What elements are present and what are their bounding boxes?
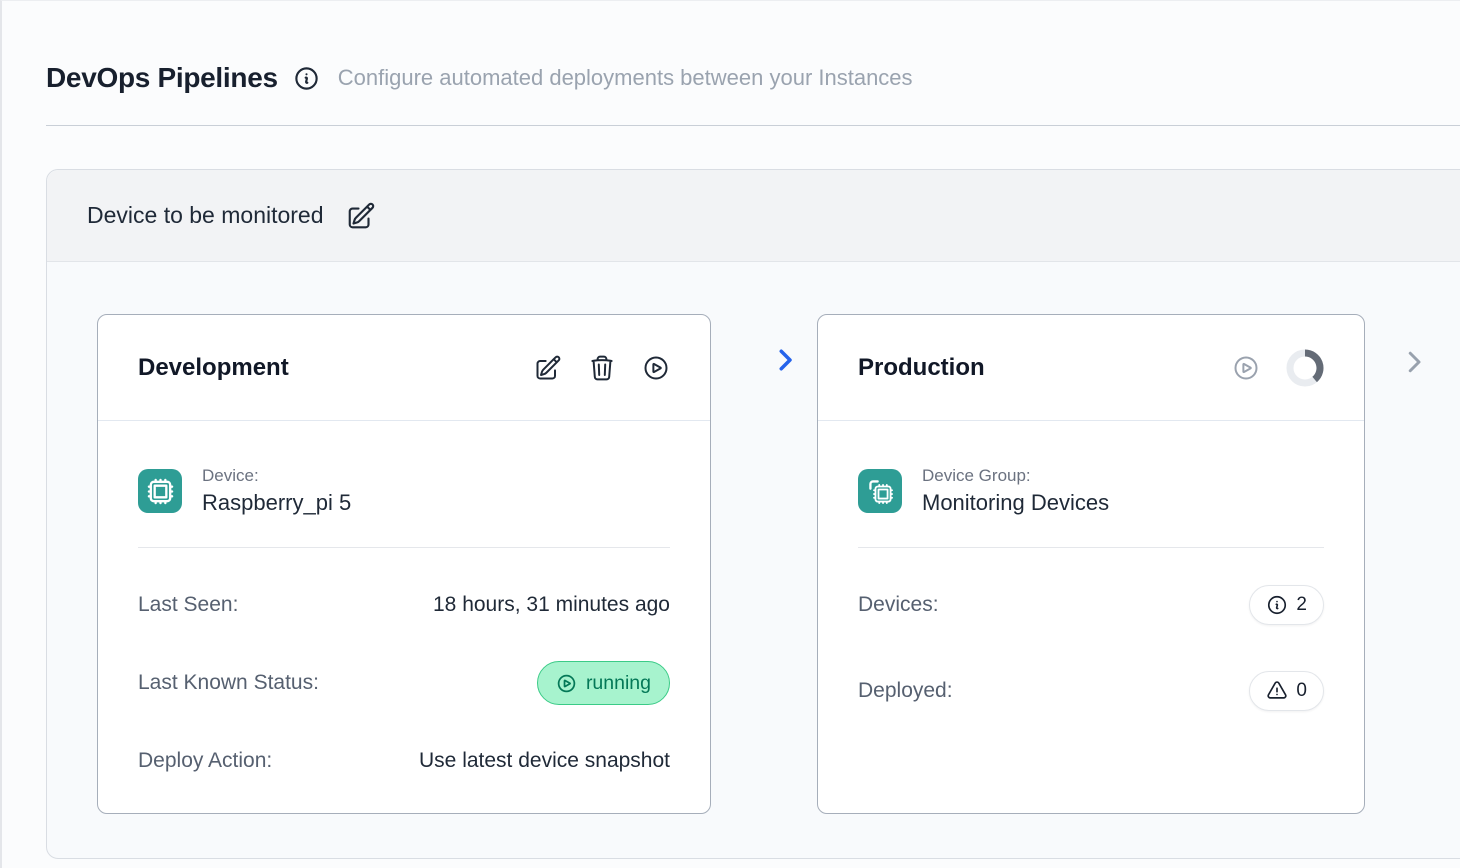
production-actions xyxy=(1232,349,1324,387)
info-icon[interactable] xyxy=(293,65,320,92)
last-seen-row: Last Seen: 18 hours, 31 minutes ago xyxy=(138,583,670,627)
status-label: Last Known Status: xyxy=(138,671,319,695)
last-seen-label: Last Seen: xyxy=(138,593,238,617)
warning-triangle-icon xyxy=(1266,680,1288,702)
loading-spinner-icon xyxy=(1286,349,1324,387)
status-row: Last Known Status: running xyxy=(138,661,670,705)
cpu-chip-icon xyxy=(138,469,182,513)
deployed-count-badge[interactable]: 0 xyxy=(1249,671,1324,711)
development-card-header: Development xyxy=(98,315,710,421)
deploy-action-row: Deploy Action: Use latest device snapsho… xyxy=(138,739,670,783)
edit-pipeline-button[interactable] xyxy=(346,201,376,231)
device-group-icon xyxy=(858,469,902,513)
run-stage-button[interactable] xyxy=(642,354,670,382)
edit-icon xyxy=(534,354,562,382)
chevron-right-icon xyxy=(1399,347,1429,377)
info-icon xyxy=(1266,594,1288,616)
device-group-row: Device Group: Monitoring Devices xyxy=(858,466,1324,516)
page-title: DevOps Pipelines xyxy=(46,62,278,94)
edit-stage-button[interactable] xyxy=(534,354,562,382)
deploy-action-label: Deploy Action: xyxy=(138,749,272,773)
page-header: DevOps Pipelines Configure automated dep… xyxy=(46,57,913,99)
devices-label: Devices: xyxy=(858,593,939,617)
device-group-name: Monitoring Devices xyxy=(922,490,1109,516)
page-subtitle: Configure automated deployments between … xyxy=(338,65,913,91)
production-card-header: Production xyxy=(818,315,1364,421)
device-group-info: Device Group: Monitoring Devices xyxy=(922,466,1109,516)
production-card-body: Device Group: Monitoring Devices Devices… xyxy=(818,421,1364,713)
deployed-row: Deployed: 0 xyxy=(858,669,1324,713)
header-divider xyxy=(46,125,1460,126)
devices-count-badge[interactable]: 2 xyxy=(1249,585,1324,625)
next-stage-chevron-button[interactable] xyxy=(1399,347,1429,377)
device-group-label: Device Group: xyxy=(922,466,1109,486)
last-seen-value: 18 hours, 31 minutes ago xyxy=(433,593,670,617)
production-title: Production xyxy=(858,354,985,382)
divider xyxy=(858,547,1324,548)
edit-icon xyxy=(346,201,376,231)
production-card: Production xyxy=(817,314,1365,814)
divider xyxy=(138,547,670,548)
deployed-label: Deployed: xyxy=(858,679,953,703)
play-circle-icon xyxy=(556,673,577,694)
development-card: Development xyxy=(97,314,711,814)
device-row: Device: Raspberry_pi 5 xyxy=(138,466,670,516)
status-badge: running xyxy=(537,661,670,705)
status-value: running xyxy=(586,672,651,695)
development-actions xyxy=(534,354,670,382)
trash-icon xyxy=(588,354,616,382)
deploy-action-value: Use latest device snapshot xyxy=(419,749,670,773)
development-card-body: Device: Raspberry_pi 5 Last Seen: 18 hou… xyxy=(98,421,710,783)
development-title: Development xyxy=(138,354,289,382)
device-name: Raspberry_pi 5 xyxy=(202,490,351,516)
device-info: Device: Raspberry_pi 5 xyxy=(202,466,351,516)
panel-title: Device to be monitored xyxy=(87,202,324,229)
play-circle-icon xyxy=(1232,354,1260,382)
pipeline-panel: Device to be monitored Development xyxy=(46,169,1460,859)
devices-count: 2 xyxy=(1296,594,1307,616)
play-circle-icon xyxy=(642,354,670,382)
device-label: Device: xyxy=(202,466,351,486)
pipeline-flow-chevron-icon xyxy=(770,345,800,375)
delete-stage-button[interactable] xyxy=(588,354,616,382)
panel-body: Development xyxy=(47,262,1460,859)
deployed-count: 0 xyxy=(1296,680,1307,702)
devices-row: Devices: 2 xyxy=(858,583,1324,627)
run-stage-button-disabled[interactable] xyxy=(1232,354,1260,382)
panel-header: Device to be monitored xyxy=(47,170,1460,262)
